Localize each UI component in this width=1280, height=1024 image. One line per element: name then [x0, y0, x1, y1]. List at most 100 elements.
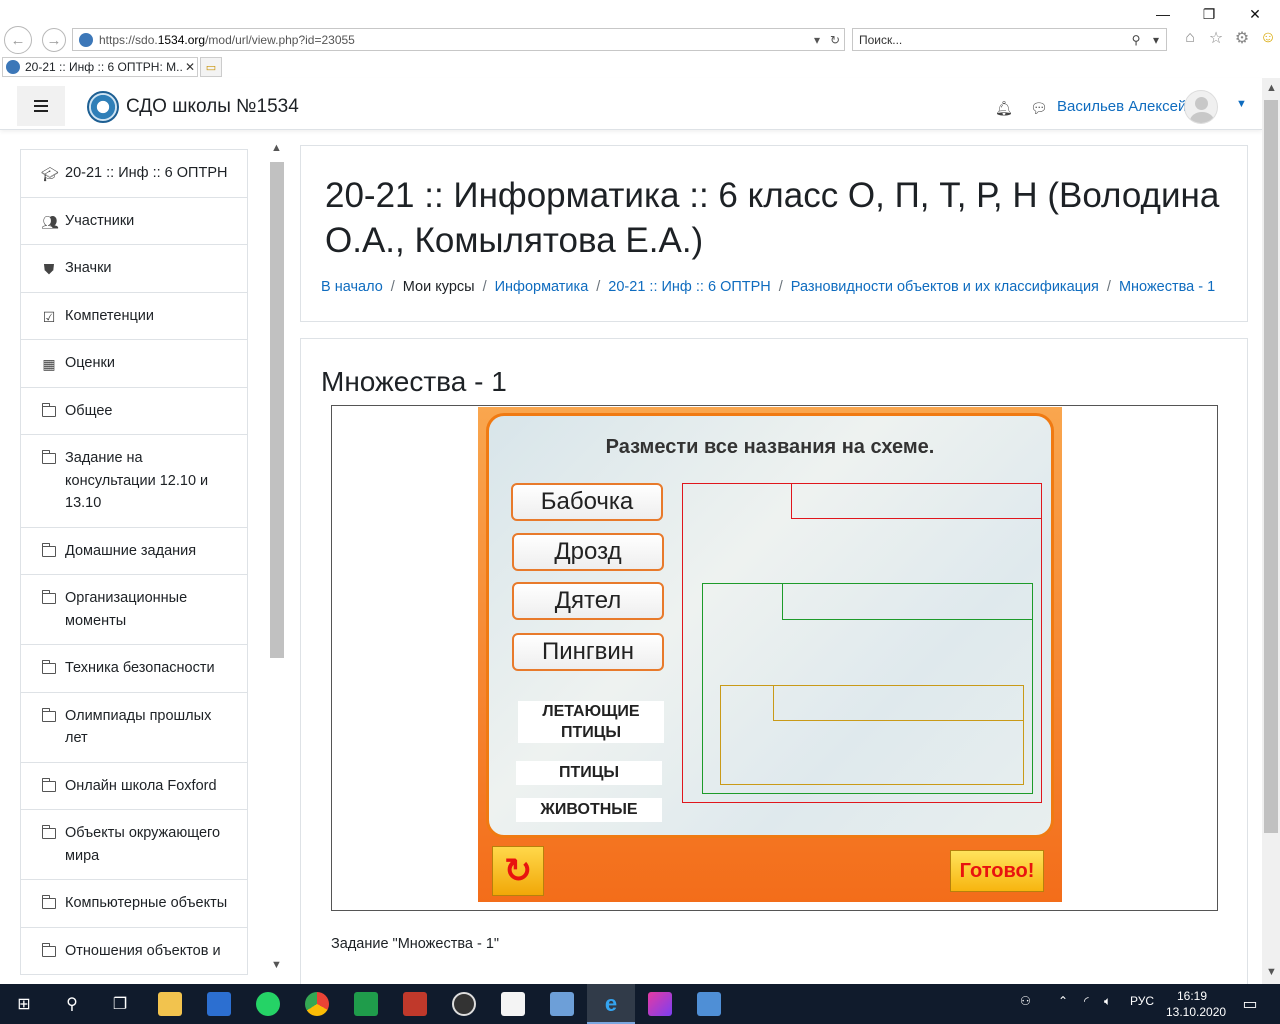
sidebar-item-consultation[interactable]: Задание на консультации 12.10 и 13.10	[20, 435, 248, 528]
word-card-thrush[interactable]: Дрозд	[512, 533, 664, 571]
search-input[interactable]: Поиск...	[853, 33, 1126, 47]
scroll-up-icon[interactable]: ▲	[1266, 82, 1277, 94]
users-icon: 👥︎	[41, 213, 59, 230]
app-icon-archive[interactable]	[403, 992, 427, 1016]
whatsapp-icon[interactable]	[256, 992, 280, 1016]
app-icon-window[interactable]	[697, 992, 721, 1016]
dropdown-icon[interactable]: ▾	[808, 33, 826, 47]
breadcrumb-activity[interactable]: Множества - 1	[1119, 279, 1215, 295]
task-view-icon[interactable]: ❐	[106, 990, 134, 1018]
sidebar-item-object-relations[interactable]: Отношения объектов и	[20, 927, 248, 975]
chevron-up-icon[interactable]: ⌃	[1058, 994, 1068, 1008]
activity-caption: Задание "Множества - 1"	[331, 936, 500, 952]
set-animals-label-slot[interactable]	[791, 483, 1042, 519]
sidebar-item-competencies[interactable]: ☑ Компетенции	[20, 292, 248, 340]
folder-icon	[41, 401, 57, 419]
breadcrumb-informatics[interactable]: Информатика	[495, 279, 589, 295]
sidebar-item-homework[interactable]: Домашние задания	[20, 527, 248, 575]
language-indicator[interactable]: РУС	[1130, 994, 1154, 1008]
sidebar-item-grades[interactable]: ▦ Оценки	[20, 340, 248, 388]
sets-game[interactable]: Размести все названия на схеме. Бабочка …	[478, 407, 1062, 902]
bell-icon[interactable]: 🔔︎	[995, 100, 1013, 117]
search-dropdown-icon[interactable]: ▾	[1146, 33, 1166, 47]
folder-icon	[41, 941, 57, 959]
ready-button[interactable]: Готово!	[950, 850, 1044, 892]
label-animals[interactable]: ЖИВОТНЫЕ	[516, 798, 662, 822]
back-button[interactable]: ←	[4, 26, 32, 54]
app-icon-gem[interactable]	[648, 992, 672, 1016]
smiley-icon[interactable]: ☺	[1258, 28, 1278, 48]
pycharm-icon[interactable]	[354, 992, 378, 1016]
app-icon-camera[interactable]	[452, 992, 476, 1016]
scroll-down-icon[interactable]: ▼	[271, 959, 282, 971]
scroll-thumb[interactable]	[270, 162, 284, 658]
file-explorer-icon[interactable]	[158, 992, 182, 1016]
chrome-icon[interactable]	[305, 992, 329, 1016]
sidebar-item-participants[interactable]: 👥︎ Участники	[20, 197, 248, 245]
sidebar-item-world-objects[interactable]: Объекты окружающего мира	[20, 810, 248, 880]
school-logo[interactable]	[87, 91, 119, 123]
close-tab-icon[interactable]: ✕	[183, 60, 197, 74]
network-icon[interactable]: ◜	[1084, 994, 1089, 1008]
page-title: 20-21 :: Информатика :: 6 класс О, П, Т,…	[325, 176, 1220, 260]
breadcrumb-course[interactable]: 20-21 :: Инф :: 6 ОПТРН	[608, 279, 770, 295]
scroll-thumb[interactable]	[1264, 100, 1278, 833]
chat-icon[interactable]: 💬︎	[1030, 100, 1048, 117]
reload-icon: ↻	[503, 852, 533, 890]
avatar[interactable]	[1184, 90, 1218, 124]
volume-icon[interactable]: 🔈︎	[1104, 994, 1111, 1009]
search-icon[interactable]: ⚲	[58, 990, 86, 1018]
refresh-icon[interactable]: ↻	[826, 33, 844, 47]
breadcrumb-home[interactable]: В начало	[321, 279, 383, 295]
app-icon-presentation[interactable]	[501, 992, 525, 1016]
chevron-down-icon[interactable]: ▼	[1236, 98, 1247, 110]
site-navbar: СДО школы №1534 🔔︎ 💬︎ Васильев Алексей ▼	[0, 78, 1262, 130]
word-card-butterfly[interactable]: Бабочка	[511, 483, 663, 521]
label-birds[interactable]: ПТИЦЫ	[516, 761, 662, 785]
breadcrumb-section[interactable]: Разновидности объектов и их классификаци…	[791, 279, 1099, 295]
page-scrollbar[interactable]: ▲ ▼	[1262, 78, 1280, 984]
gear-icon[interactable]: ⚙	[1232, 28, 1252, 48]
search-icon[interactable]: ⚲	[1126, 33, 1146, 47]
forward-button[interactable]: →	[42, 28, 66, 52]
home-icon[interactable]: ⌂	[1180, 28, 1200, 48]
close-window-button[interactable]: ✕	[1238, 2, 1272, 26]
user-name[interactable]: Васильев Алексей	[1057, 98, 1186, 115]
set-birds-label-slot[interactable]	[782, 583, 1033, 620]
set-flying-label-slot[interactable]	[773, 685, 1024, 721]
notifications-icon[interactable]: ▭	[1236, 990, 1264, 1018]
sidebar-item-computer-objects[interactable]: Компьютерные объекты	[20, 880, 248, 928]
tab-current[interactable]: 20-21 :: Инф :: 6 ОПТРН: М... ✕	[2, 57, 198, 77]
sidebar-scrollbar[interactable]: ▲ ▼	[268, 140, 286, 975]
course-sidebar: 🎓︎ 20-21 :: Инф :: 6 ОПТРН 👥︎ Участники ⛊ З…	[20, 149, 248, 984]
checkbox-icon: ☑	[42, 308, 56, 325]
sidebar-item-course[interactable]: 🎓︎ 20-21 :: Инф :: 6 ОПТРН	[20, 149, 248, 198]
word-card-penguin[interactable]: Пингвин	[512, 633, 664, 671]
sidebar-item-foxford[interactable]: Онлайн школа Foxford	[20, 762, 248, 810]
windows-start-icon[interactable]: ⊞	[10, 990, 38, 1018]
site-brand[interactable]: СДО школы №1534	[126, 96, 299, 118]
word-card-woodpecker[interactable]: Дятел	[512, 582, 664, 620]
menu-toggle-button[interactable]	[17, 86, 65, 126]
label-flying-birds[interactable]: ЛЕТАЮЩИЕ ПТИЦЫ	[518, 701, 664, 743]
sidebar-item-badges[interactable]: ⛊ Значки	[20, 245, 248, 293]
sidebar-item-general[interactable]: Общее	[20, 387, 248, 435]
restore-button[interactable]: ❐	[1192, 2, 1226, 26]
store-icon[interactable]	[207, 992, 231, 1016]
system-clock[interactable]: 16:19 13.10.2020	[1166, 988, 1226, 1020]
scroll-up-icon[interactable]: ▲	[271, 142, 282, 154]
scroll-down-icon[interactable]: ▼	[1266, 966, 1277, 978]
reload-button[interactable]: ↻	[492, 846, 544, 896]
graduation-cap-icon: 🎓︎	[41, 166, 59, 182]
sidebar-item-olympiads[interactable]: Олимпиады прошлых лет	[20, 692, 248, 763]
people-icon[interactable]: ⚇	[1020, 994, 1031, 1008]
internet-explorer-icon[interactable]: e	[597, 990, 625, 1018]
sidebar-item-organizational[interactable]: Организационные моменты	[20, 575, 248, 645]
sidebar-item-safety[interactable]: Техника безопасности	[20, 645, 248, 693]
search-box[interactable]: Поиск... ⚲ ▾	[852, 28, 1167, 51]
address-bar[interactable]: https://sdo.1534.org/mod/url/view.php?id…	[72, 28, 845, 51]
minimize-button[interactable]: —	[1146, 2, 1180, 26]
star-icon[interactable]: ☆	[1206, 28, 1226, 48]
new-tab-button[interactable]: ▭	[200, 57, 222, 77]
app-icon-network[interactable]	[550, 992, 574, 1016]
